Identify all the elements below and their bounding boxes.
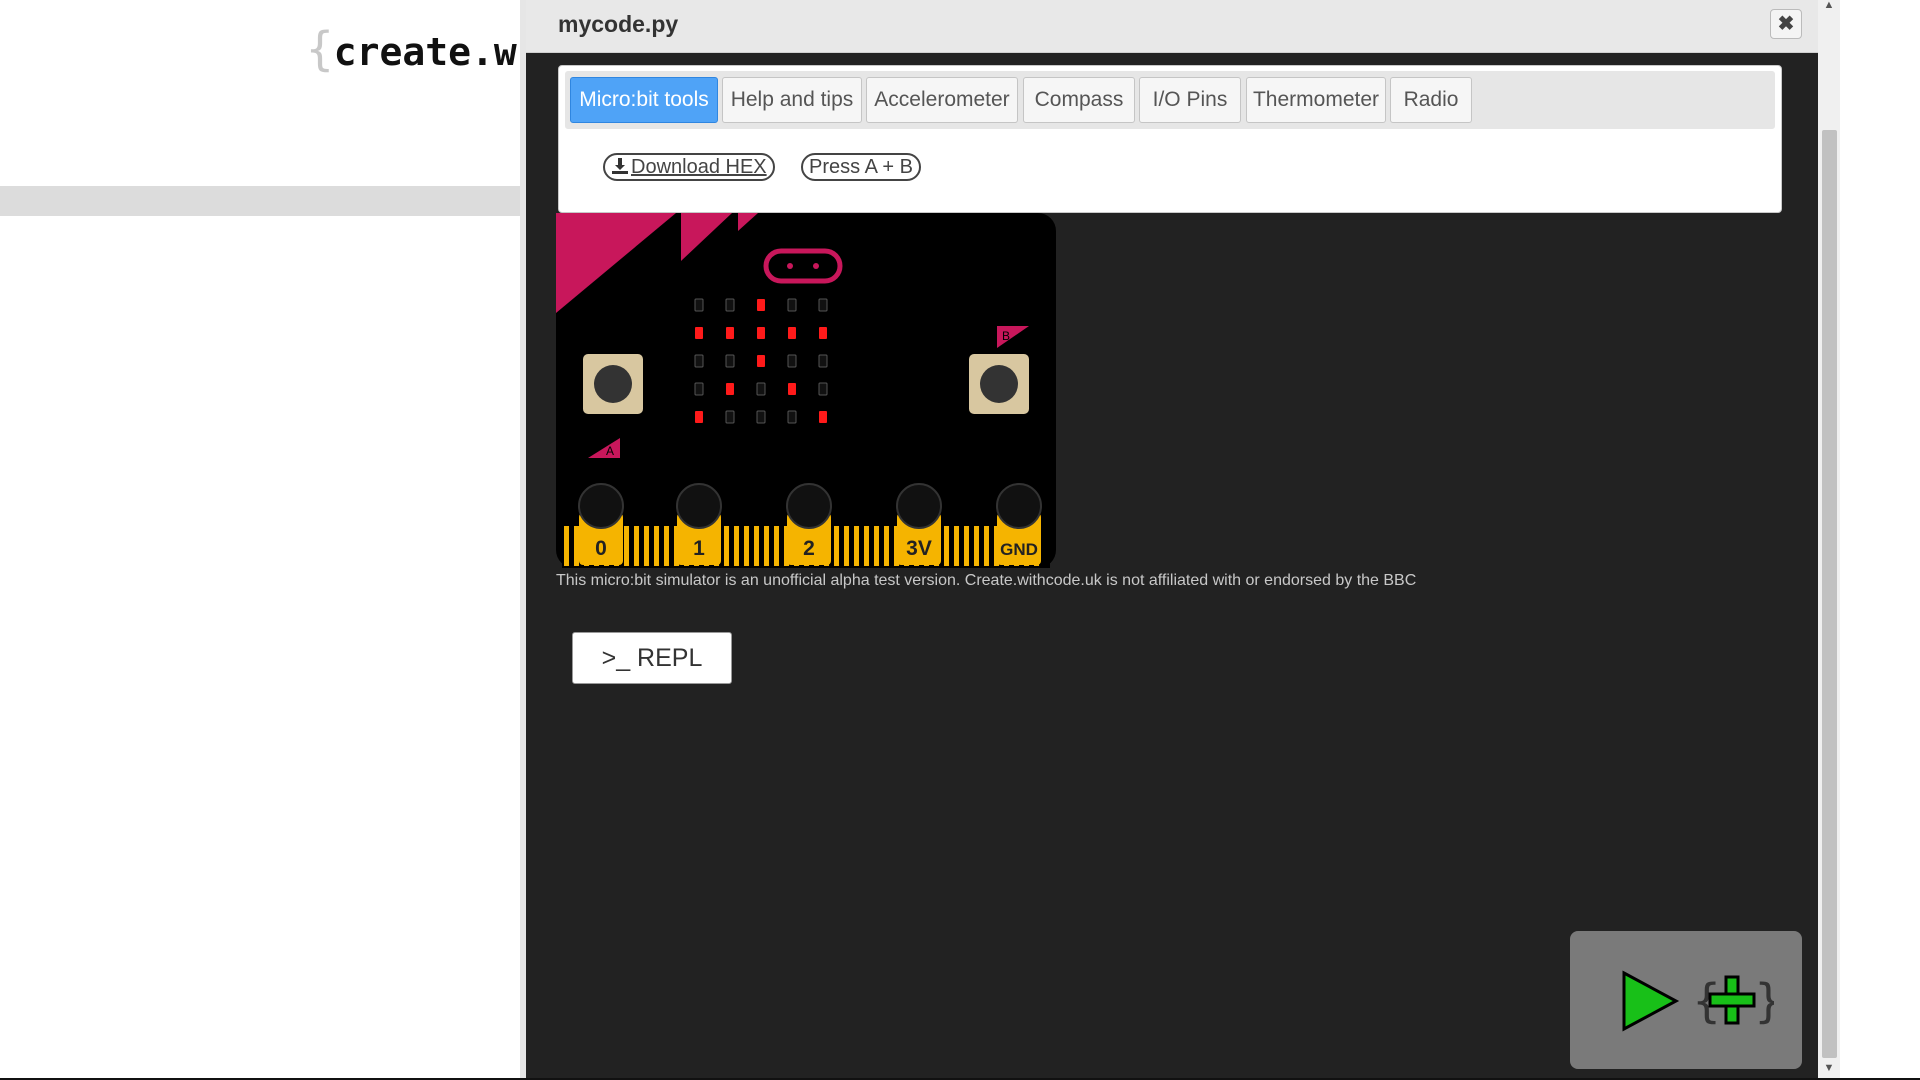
repl-button[interactable]: >_ REPL [572, 632, 732, 684]
scroll-thumb[interactable] [1822, 130, 1837, 1058]
add-file-button[interactable]: { } [1690, 969, 1774, 1033]
led-4-0 [695, 411, 703, 423]
pin-3v[interactable]: 3V [896, 483, 942, 565]
brace-right-icon: } [1754, 974, 1774, 1028]
led-0-1 [725, 298, 735, 312]
led-1-1 [726, 327, 734, 339]
led-1-3 [788, 327, 796, 339]
button-a-label: A [606, 444, 614, 458]
edge-stripe [864, 526, 869, 566]
tools-panel: Micro:bit tools Help and tips Accelerome… [558, 65, 1782, 213]
edge-stripe [984, 526, 989, 566]
download-icon [612, 158, 628, 174]
led-4-4 [819, 411, 827, 423]
scroll-down-icon[interactable]: ▼ [1818, 1060, 1840, 1076]
logo-text: create.w [333, 30, 517, 74]
led-0-2 [757, 299, 765, 311]
pin-label: 0 [595, 537, 607, 560]
led-1-2 [757, 327, 765, 339]
site-logo: {create.w [306, 22, 517, 76]
led-2-3 [787, 354, 797, 368]
dialog-title: mycode.py [558, 11, 679, 37]
tab-thermometer[interactable]: Thermometer [1246, 77, 1386, 123]
edge-stripe [664, 526, 669, 566]
led-3-3 [788, 383, 796, 395]
edge-stripe [744, 526, 749, 566]
tab-bar: Micro:bit tools Help and tips Accelerome… [565, 71, 1775, 129]
page-scrollbar[interactable]: ▲ ▼ [1818, 0, 1840, 1080]
edge-stripe [724, 526, 729, 566]
led-4-2 [756, 410, 766, 424]
microbit-simulator: A B 0 1 2 3V GND [556, 213, 1056, 568]
scroll-up-icon[interactable]: ▲ [1818, 0, 1840, 14]
edge-stripe [754, 526, 759, 566]
edge-stripe [654, 526, 659, 566]
button-b-label: B [1002, 329, 1010, 343]
led-0-0 [694, 298, 704, 312]
led-3-4 [818, 382, 828, 396]
edge-stripe [774, 526, 779, 566]
edge-stripe [844, 526, 849, 566]
pin-2[interactable]: 2 [786, 483, 832, 565]
led-3-2 [756, 382, 766, 396]
pin-1[interactable]: 1 [676, 483, 722, 565]
tab-help-and-tips[interactable]: Help and tips [722, 77, 862, 123]
led-2-0 [694, 354, 704, 368]
edge-stripe [954, 526, 959, 566]
tab-radio[interactable]: Radio [1390, 77, 1472, 123]
edge-stripe [964, 526, 969, 566]
led-2-2 [757, 355, 765, 367]
edge-stripe [764, 526, 769, 566]
pin-label: GND [1000, 540, 1038, 559]
close-button[interactable]: ✖ [1770, 9, 1802, 39]
pin-0[interactable]: 0 [578, 483, 624, 565]
edge-stripe [974, 526, 979, 566]
edge-stripe [634, 526, 639, 566]
code-dialog: mycode.py ✖ Micro:bit tools Help and tip… [520, 0, 1824, 1080]
led-4-1 [725, 410, 735, 424]
pin-gnd[interactable]: GND [996, 483, 1042, 565]
run-button[interactable] [1620, 969, 1680, 1033]
press-a-b-button[interactable]: Press A + B [801, 153, 921, 181]
tab-accelerometer[interactable]: Accelerometer [866, 77, 1018, 123]
led-0-3 [787, 298, 797, 312]
download-hex-button[interactable]: Download HEX [603, 153, 775, 181]
logo-brace: { [306, 22, 334, 76]
led-0-4 [818, 298, 828, 312]
press-a-b-label: Press A + B [809, 156, 913, 178]
edge-stripe [734, 526, 739, 566]
edge-stripe [624, 526, 629, 566]
play-triangle-icon [1622, 970, 1680, 1032]
disclaimer-text: This micro:bit simulator is an unofficia… [556, 572, 1417, 589]
edge-stripe [834, 526, 839, 566]
edge-stripe [854, 526, 859, 566]
edge-stripe [884, 526, 889, 566]
pin-label: 2 [803, 537, 815, 560]
tab-compass[interactable]: Compass [1023, 77, 1135, 123]
edge-stripe [564, 526, 569, 566]
close-icon: ✖ [1777, 13, 1795, 35]
pin-label: 3V [906, 537, 932, 560]
run-panel: { } [1570, 931, 1802, 1069]
edge-stripe [574, 526, 579, 566]
led-3-1 [726, 383, 734, 395]
tab-io-pins[interactable]: I/O Pins [1139, 77, 1241, 123]
pin-label: 1 [693, 537, 705, 560]
led-1-0 [695, 327, 703, 339]
edge-stripe [644, 526, 649, 566]
led-4-3 [787, 410, 797, 424]
led-2-1 [725, 354, 735, 368]
edge-stripe [944, 526, 949, 566]
tab-microbit-tools[interactable]: Micro:bit tools [570, 77, 718, 123]
led-1-4 [819, 327, 827, 339]
led-2-4 [818, 354, 828, 368]
dialog-titlebar: mycode.py ✖ [526, 0, 1824, 53]
led-3-0 [694, 382, 704, 396]
download-hex-label: Download HEX [631, 156, 767, 178]
edge-stripe [874, 526, 879, 566]
page-nav-bar [0, 186, 520, 216]
